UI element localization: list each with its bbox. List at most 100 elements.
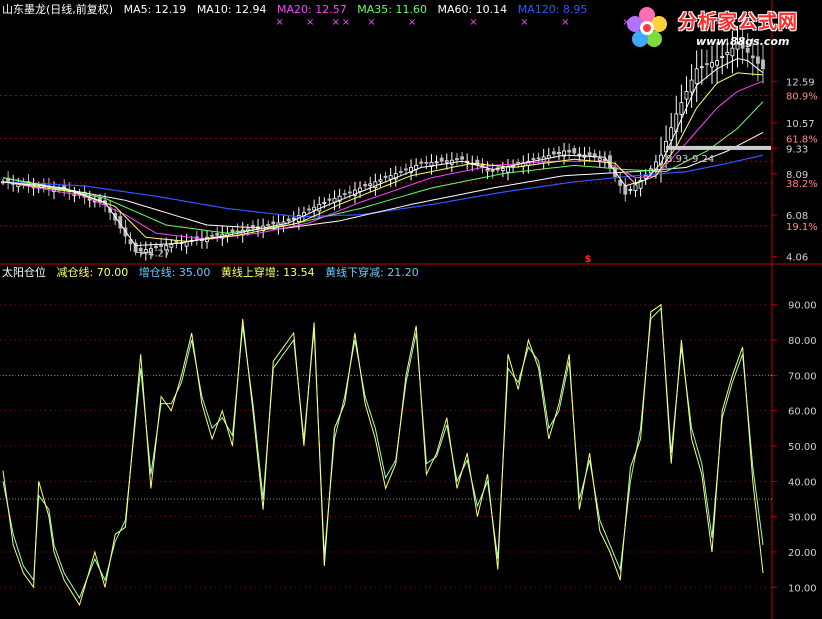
sell-signal-marker: $ (584, 254, 591, 265)
candle-body (215, 233, 220, 236)
candle-body (368, 183, 373, 186)
yellow-cross-up-label: 黄线上穿增: 13.54 (220, 266, 315, 279)
signal-marker: × (332, 17, 340, 28)
candle-body (755, 56, 760, 64)
candle-body (623, 184, 628, 195)
candle-body (551, 151, 556, 155)
candle-body (434, 161, 439, 164)
indicator-title: 太阳仓位 (2, 266, 46, 279)
candle-body (342, 193, 347, 195)
indicator-tick-label: 60.00 (788, 407, 817, 418)
fib-pct-label: 80.9% (786, 92, 818, 103)
add-line-label: 增仓线: 35.00 (138, 266, 211, 279)
logo-url-text: www.88gs.com (696, 35, 790, 48)
signal-marker: × (306, 17, 314, 28)
candle-body (506, 166, 510, 173)
candle-body (567, 149, 572, 153)
indicator-tick-label: 10.00 (788, 583, 817, 594)
candle-body (322, 201, 327, 204)
ma35-label: MA35: 11.60 (357, 3, 427, 16)
candle-body (597, 157, 602, 161)
logo-brand-text: 分析家公式网 (678, 11, 799, 33)
candle-body (531, 158, 536, 161)
ma5-label: MA5: 12.19 (123, 3, 187, 16)
price-tick-label: 4.06 (786, 253, 808, 264)
indicator-tick-label: 30.00 (788, 513, 817, 524)
candle-body (378, 179, 383, 182)
range-band (666, 145, 771, 150)
site-logo: 分析家公式网 www.88gs.com (622, 3, 820, 53)
low-price-label: ←4.27 (140, 248, 171, 259)
signal-marker: × (408, 17, 416, 28)
indicator-tick-label: 50.00 (788, 442, 817, 453)
signal-marker: × (520, 17, 528, 28)
candle-body (704, 63, 709, 66)
fib-pct-label: 38.2% (786, 179, 818, 190)
stock-chart-canvas[interactable]: 12.5910.579.338.096.084.0680.9%61.8%38.2… (0, 0, 822, 619)
candle-body (689, 79, 694, 93)
candle-body (633, 184, 638, 192)
candle-body (628, 189, 633, 191)
ma60-label: MA60: 10.14 (437, 3, 508, 16)
candle-body (230, 229, 235, 233)
indicator-tick-label: 70.00 (788, 371, 817, 382)
candle-body (312, 206, 317, 211)
signal-marker: × (342, 17, 350, 28)
signal-marker: × (561, 17, 569, 28)
candle-body (500, 168, 505, 171)
indicator-tick-label: 20.00 (788, 548, 817, 559)
candle-body (715, 60, 720, 66)
candle-body (577, 153, 582, 156)
candle-body (710, 62, 714, 68)
chart-stage: 12.59 10.57 9.33 8.09 6.08 4.06 80.9% 61.8% 38.2… (0, 0, 822, 619)
candle-body (307, 208, 311, 211)
candle-body (444, 160, 449, 163)
candle-body (424, 161, 429, 164)
range-label: 8.93-9.24 (666, 154, 714, 165)
indicator-pane-header: 太阳仓位 减仓线: 70.00 增仓线: 35.00 黄线上穿增: 13.54 … (2, 266, 426, 279)
candle-body (536, 157, 541, 160)
candle-body (761, 59, 765, 70)
candle-body (439, 157, 444, 162)
indicator-tick-label: 80.00 (788, 336, 817, 347)
candle-body (490, 169, 495, 172)
ma120-line (2, 154, 764, 218)
candle-body (271, 221, 276, 225)
candle-body (169, 244, 174, 248)
ma20-label: MA20: 12.57 (277, 3, 347, 16)
candle-body (159, 244, 164, 247)
candle-body (460, 156, 464, 160)
candle-body (210, 234, 215, 237)
candle-body (291, 217, 296, 220)
cyan-indicator-line (2, 307, 764, 600)
signal-marker: × (469, 17, 477, 28)
candle-body (679, 102, 684, 115)
candle-body (455, 158, 459, 161)
candle-body (694, 68, 699, 85)
candle-body (485, 169, 490, 172)
ma10-label: MA10: 12.94 (196, 3, 267, 16)
candle-body (750, 55, 755, 59)
candle-body (327, 198, 332, 201)
reduce-line-label: 减仓线: 70.00 (56, 266, 129, 279)
ma120-label: MA120: 8.95 (517, 3, 588, 16)
candle-body (358, 187, 362, 192)
fib-pct-label: 61.8% (786, 135, 818, 146)
candle-body (684, 90, 689, 100)
candle-body (557, 152, 561, 155)
candle-body (383, 175, 388, 179)
candle-body (572, 148, 577, 154)
candle-body (587, 152, 592, 157)
candle-body (404, 168, 408, 171)
fib-pct-label: 19.1% (786, 222, 818, 233)
price-tick-label: 9.33 (786, 144, 808, 155)
candle-body (699, 66, 704, 69)
candle-body (347, 191, 352, 194)
candle-body (363, 184, 368, 187)
candle-body (720, 56, 725, 58)
price-tick-label: 12.59 (786, 77, 815, 88)
signal-marker: × (367, 17, 375, 28)
price-tick-label: 6.08 (786, 211, 808, 222)
candle-body (388, 175, 393, 180)
candle-body (398, 170, 403, 173)
